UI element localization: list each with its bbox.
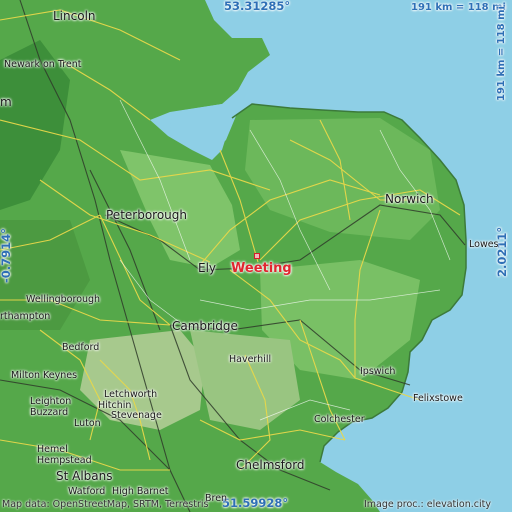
place-leighton: Leighton	[30, 396, 72, 407]
place-ely: Ely	[198, 261, 217, 275]
place-chelmsford: Chelmsford	[236, 458, 305, 472]
place-letchworth: Letchworth	[104, 389, 158, 400]
place-newark: Newark on Trent	[4, 59, 82, 70]
place-hempstead: Hempstead	[37, 455, 92, 466]
place-buzzard: Buzzard	[30, 407, 69, 418]
map-canvas[interactable]: 53.31285° 191 km = 118 mi 191 km = 118 m…	[0, 0, 512, 512]
place-ipswich: Ipswich	[360, 366, 396, 377]
place-wellingborough: Wellingborough	[26, 294, 101, 305]
place-peterborough: Peterborough	[106, 208, 188, 222]
north-latitude-label: 53.31285°	[224, 0, 291, 13]
location-marker-icon[interactable]	[254, 253, 260, 259]
target-place-label: Weeting	[231, 261, 292, 276]
south-latitude-label: 51.59928°	[222, 496, 289, 510]
place-cambridge: Cambridge	[172, 319, 238, 333]
west-longitude-label: -0.7914°	[0, 228, 13, 283]
place-colchester: Colchester	[314, 414, 365, 425]
place-northampton: rthampton	[0, 311, 51, 322]
place-lincoln: Lincoln	[53, 9, 96, 23]
place-bedford: Bedford	[62, 342, 100, 353]
place-hemel: Hemel	[37, 444, 68, 455]
place-stevenage: Stevenage	[111, 410, 162, 421]
place-luton: Luton	[74, 418, 101, 429]
map-data-credit: Map data: OpenStreetMap, SRTM, Terrestri…	[2, 499, 209, 510]
east-longitude-label: 2.0211°	[495, 226, 509, 277]
place-mansfield-partial: m	[0, 95, 12, 109]
place-watford: Watford	[68, 486, 106, 497]
place-haverhill: Haverhill	[229, 354, 272, 365]
place-stalbans: St Albans	[56, 469, 113, 483]
place-lowestoft: Lowes	[469, 239, 499, 250]
place-highbarnet: High Barnet	[112, 486, 169, 497]
place-norwich: Norwich	[385, 192, 434, 206]
scale-label-top: 191 km = 118 mi	[411, 2, 506, 13]
image-processing-credit: Image proc.: elevation.city	[364, 499, 491, 510]
place-miltonkeynes: Milton Keynes	[11, 370, 78, 381]
scale-label-right: 191 km = 118 mi	[496, 6, 507, 101]
place-felixstowe: Felixstowe	[413, 393, 463, 404]
